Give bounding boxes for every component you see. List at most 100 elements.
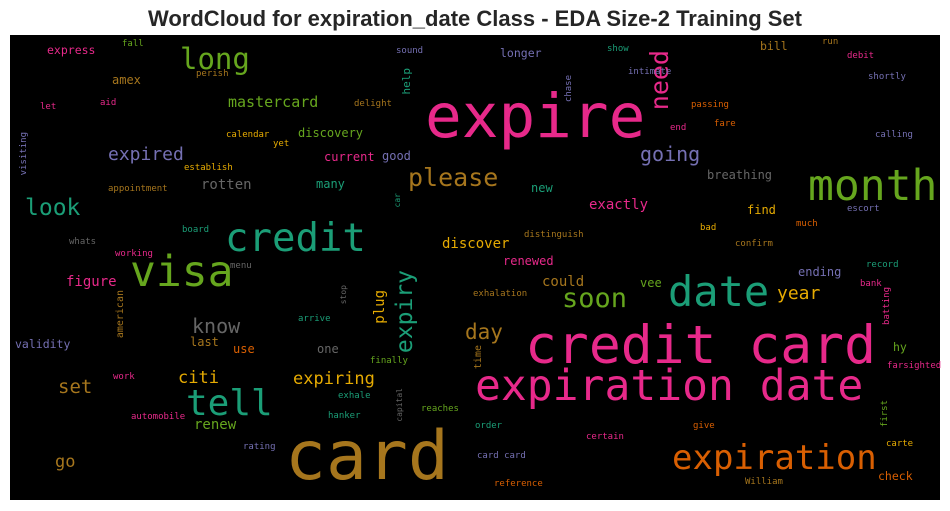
chart-title: WordCloud for expiration_date Class - ED… bbox=[148, 6, 802, 31]
word: look bbox=[25, 195, 81, 221]
word: check bbox=[878, 469, 913, 483]
word: exactly bbox=[589, 197, 649, 213]
word: passing bbox=[691, 100, 729, 110]
word: mastercard bbox=[228, 93, 319, 111]
word: calling bbox=[875, 130, 913, 140]
word: farsighted bbox=[887, 361, 942, 371]
word: figure bbox=[66, 274, 117, 290]
word: card card bbox=[477, 451, 526, 461]
word: much bbox=[796, 219, 818, 229]
word: express bbox=[47, 43, 96, 57]
word: new bbox=[531, 181, 553, 195]
word: discovery bbox=[298, 126, 364, 140]
word: capital bbox=[395, 388, 404, 422]
word: order bbox=[475, 421, 503, 431]
word: yet bbox=[273, 139, 290, 149]
word: expiration date bbox=[475, 361, 864, 411]
word: working bbox=[115, 249, 153, 259]
word: run bbox=[822, 37, 839, 47]
word: need bbox=[645, 50, 674, 111]
word: perish bbox=[196, 69, 229, 79]
word: confirm bbox=[735, 239, 773, 249]
word: help bbox=[400, 68, 413, 95]
word: expiry bbox=[392, 270, 418, 354]
word: plug bbox=[372, 290, 388, 324]
word: find bbox=[747, 203, 776, 217]
word: William bbox=[745, 477, 783, 487]
word: discover bbox=[442, 236, 510, 252]
word: calendar bbox=[226, 130, 270, 140]
word: record bbox=[866, 260, 899, 270]
word: show bbox=[607, 44, 629, 54]
word: end bbox=[670, 123, 687, 133]
word: bad bbox=[700, 223, 717, 233]
word: citi bbox=[178, 368, 219, 388]
word: many bbox=[316, 177, 345, 191]
word: finally bbox=[370, 356, 408, 366]
word: menu bbox=[230, 261, 252, 271]
word: hanker bbox=[328, 411, 361, 421]
word: visiting bbox=[19, 132, 29, 176]
word: work bbox=[113, 372, 135, 382]
word: board bbox=[182, 225, 210, 235]
word: going bbox=[640, 142, 701, 166]
word: first bbox=[880, 400, 890, 428]
word: intimate bbox=[628, 67, 672, 77]
word: whats bbox=[69, 237, 97, 247]
word: know bbox=[192, 314, 241, 338]
word: expiration bbox=[672, 438, 877, 478]
word: go bbox=[55, 452, 76, 472]
word: aid bbox=[100, 98, 117, 108]
word: reaches bbox=[421, 404, 459, 414]
word: rating bbox=[243, 442, 276, 452]
word: sound bbox=[396, 46, 424, 56]
word: rotten bbox=[201, 177, 252, 193]
word: current bbox=[324, 150, 375, 164]
word: breathing bbox=[707, 168, 773, 182]
word: validity bbox=[15, 337, 71, 351]
word: card bbox=[285, 417, 449, 496]
word: reference bbox=[494, 479, 543, 489]
word: shortly bbox=[868, 72, 906, 82]
word: credit bbox=[225, 216, 366, 261]
word: distinguish bbox=[524, 230, 584, 240]
word: car bbox=[393, 193, 402, 208]
word: please bbox=[408, 163, 499, 192]
word: stop bbox=[339, 285, 348, 305]
word: delight bbox=[354, 99, 392, 109]
word: could bbox=[542, 274, 585, 290]
word: establish bbox=[184, 163, 233, 173]
word: certain bbox=[586, 432, 624, 442]
word: day bbox=[465, 320, 503, 344]
word: set bbox=[58, 376, 93, 398]
word: renew bbox=[194, 417, 237, 433]
word: month bbox=[808, 161, 938, 211]
word: good bbox=[382, 149, 411, 163]
word: carte bbox=[886, 439, 914, 449]
word: hy bbox=[893, 340, 907, 354]
word: escort bbox=[847, 204, 880, 214]
word: date bbox=[668, 267, 770, 316]
word: batting bbox=[882, 287, 892, 325]
word: year bbox=[777, 283, 821, 304]
word: appointment bbox=[108, 184, 168, 194]
word: exhalation bbox=[473, 289, 528, 299]
word: automobile bbox=[131, 412, 186, 422]
word: one bbox=[317, 342, 339, 356]
word: american bbox=[115, 290, 126, 339]
word: vee bbox=[640, 276, 662, 290]
word: exhale bbox=[338, 391, 371, 401]
word: expired bbox=[108, 144, 184, 165]
word: bill bbox=[760, 39, 788, 53]
word: fall bbox=[122, 39, 144, 49]
word: last bbox=[190, 335, 219, 349]
word: fare bbox=[714, 119, 736, 129]
word: expiring bbox=[293, 369, 375, 389]
word: expire bbox=[425, 81, 646, 152]
word: amex bbox=[112, 73, 141, 87]
word: give bbox=[693, 421, 715, 431]
word: bank bbox=[860, 279, 882, 289]
word: renewed bbox=[503, 254, 554, 268]
word: time bbox=[473, 345, 484, 370]
word: longer bbox=[500, 46, 542, 60]
